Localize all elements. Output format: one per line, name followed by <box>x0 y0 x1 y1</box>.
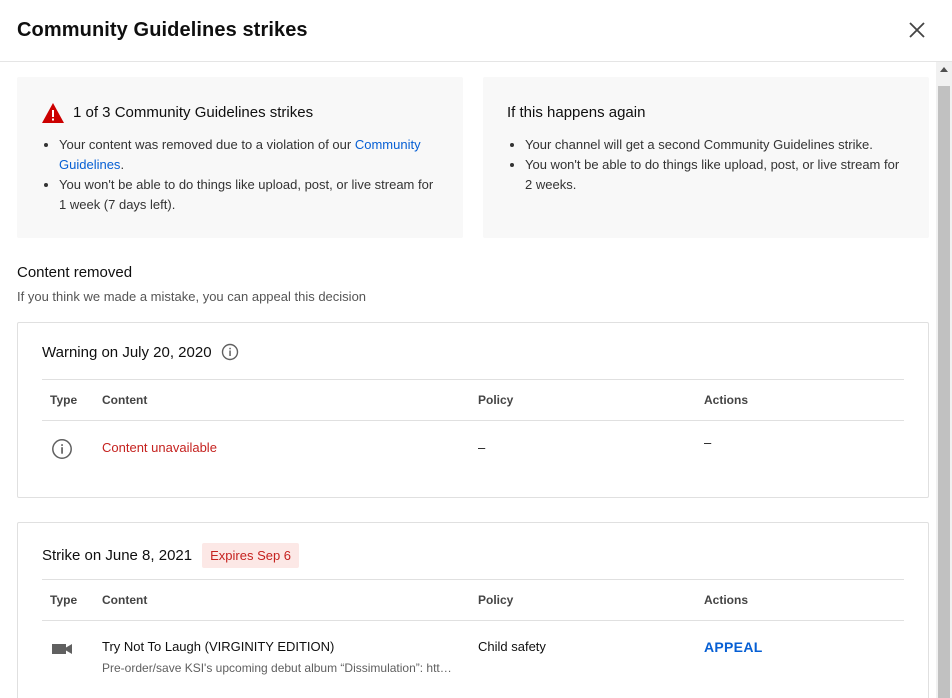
bullet-two-weeks: You won't be able to do things like uplo… <box>509 155 909 195</box>
col-policy: Policy <box>478 593 514 607</box>
warning-policy: – <box>478 440 486 455</box>
appeal-button[interactable]: APPEAL <box>704 639 763 655</box>
video-description: Pre-order/save KSI's upcoming debut albu… <box>102 661 454 675</box>
bullet-content-removed: Your content was removed due to a violat… <box>43 135 443 175</box>
content-unavailable-text: Content unavailable <box>102 440 217 455</box>
dialog-title: Community Guidelines strikes <box>17 19 308 41</box>
table-row: Content unavailable – – <box>42 421 904 479</box>
col-actions: Actions <box>704 393 749 407</box>
info-icon <box>52 439 72 459</box>
content-removed-subtitle: If you think we made a mistake, you can … <box>17 289 367 304</box>
table-header: Type Content Policy Actions <box>42 579 904 621</box>
table-row: Try Not To Laugh (VIRGINITY EDITION) Pre… <box>42 621 904 679</box>
strike-policy: Child safety <box>478 639 546 654</box>
warning-table: Type Content Policy Actions Content unav… <box>42 379 904 479</box>
info-icon[interactable] <box>221 343 239 361</box>
col-type: Type <box>50 393 78 407</box>
strike-heading: Strike on June 8, 2021 Expires Sep 6 <box>42 543 300 568</box>
video-title[interactable]: Try Not To Laugh (VIRGINITY EDITION) <box>102 639 334 654</box>
video-camera-icon <box>52 644 72 654</box>
close-icon[interactable] <box>908 21 926 39</box>
warning-triangle-icon <box>42 103 64 123</box>
strike-table: Type Content Policy Actions Try Not To L… <box>42 579 904 679</box>
table-header: Type Content Policy Actions <box>42 379 904 421</box>
col-type: Type <box>50 593 78 607</box>
close-button[interactable] <box>904 17 930 43</box>
warning-heading: Warning on July 20, 2020 <box>42 343 239 361</box>
scrollbar-thumb[interactable] <box>938 86 950 698</box>
scroll-up-arrow-icon[interactable] <box>940 67 948 72</box>
bullet-second-strike: Your channel will get a second Community… <box>509 135 909 155</box>
warning-card: Warning on July 20, 2020 Type Content Po… <box>17 322 929 498</box>
col-actions: Actions <box>704 593 749 607</box>
col-content: Content <box>102 393 148 407</box>
warning-actions: – <box>704 435 712 450</box>
strike-card: Strike on June 8, 2021 Expires Sep 6 Typ… <box>17 522 929 698</box>
scrollbar[interactable] <box>936 62 952 698</box>
expires-badge: Expires Sep 6 <box>202 543 300 568</box>
strike-count-heading: 1 of 3 Community Guidelines strikes <box>73 104 314 121</box>
col-policy: Policy <box>478 393 514 407</box>
dialog-header: Community Guidelines strikes <box>0 0 952 62</box>
current-strike-card: 1 of 3 Community Guidelines strikes Your… <box>17 77 463 238</box>
if-again-heading: If this happens again <box>507 104 646 121</box>
current-strike-bullets: Your content was removed due to a violat… <box>43 135 443 215</box>
if-again-bullets: Your channel will get a second Community… <box>509 135 909 195</box>
if-again-card: If this happens again Your channel will … <box>483 77 929 238</box>
dialog-body: 1 of 3 Community Guidelines strikes Your… <box>0 62 936 698</box>
col-content: Content <box>102 593 148 607</box>
bullet-restriction: You won't be able to do things like uplo… <box>43 175 443 215</box>
content-removed-title: Content removed <box>17 264 133 281</box>
